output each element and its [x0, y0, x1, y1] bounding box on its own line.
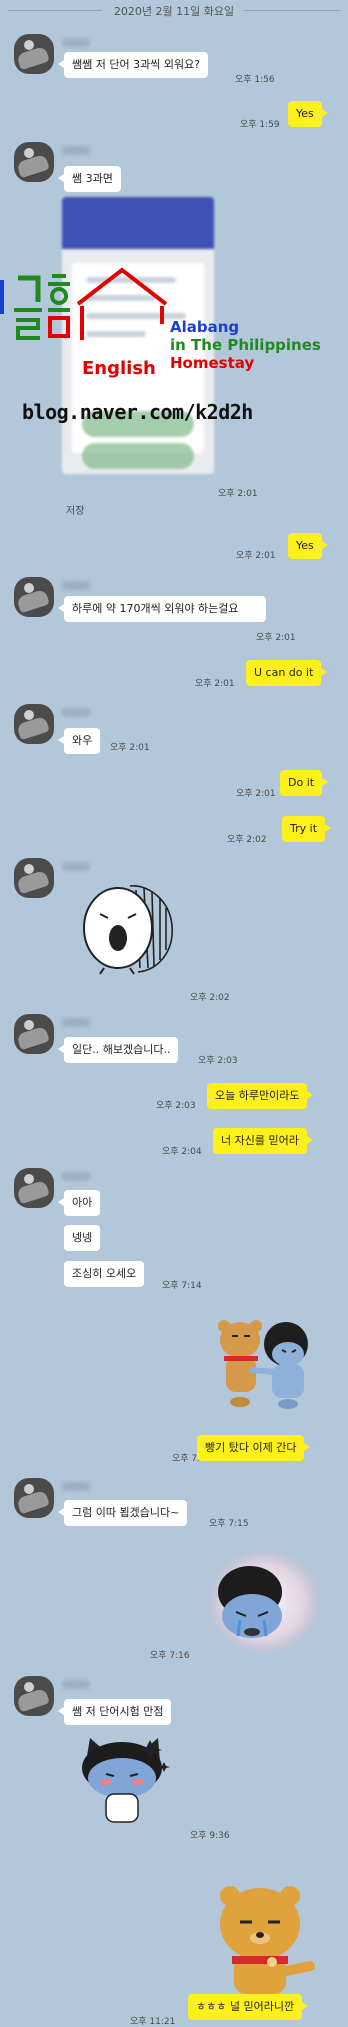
date-divider: 2020년 2월 11일 화요일 [0, 2, 348, 18]
message-time: 오후 1:56 [235, 75, 275, 85]
date-label: 2020년 2월 11일 화요일 [113, 5, 235, 18]
message-time: 오후 7:14 [162, 1281, 202, 1291]
message-bubble[interactable]: Try it [282, 816, 332, 842]
message-time: 오후 2:01 [110, 743, 150, 753]
message-time: 오후 2:01 [218, 489, 258, 499]
message-bubble[interactable]: ㅎㅎㅎ 널 믿어라니깐 [188, 1994, 309, 2020]
message-time: 오후 2:01 [236, 551, 276, 561]
message-bubble[interactable]: 와우 [57, 728, 101, 754]
message-bubble[interactable]: Do it [280, 770, 329, 796]
message-bubble[interactable]: 너 자신를 믿어라 [213, 1128, 313, 1154]
message-bubble[interactable]: 그럼 이따 뵙겠습니다~ [57, 1500, 188, 1526]
message-time: 오후 2:01 [195, 679, 235, 689]
sender-name [62, 581, 90, 590]
message-bubble[interactable]: 쌤쌤 저 단어 3과씩 외워요? [57, 52, 209, 78]
message-bubble[interactable]: 쌤 3과면 [58, 166, 121, 192]
avatar[interactable] [14, 858, 54, 898]
screaming-face-sticker[interactable] [78, 880, 178, 976]
message-bubble[interactable]: 조심히 오세오 [64, 1261, 145, 1287]
avatar[interactable] [14, 1014, 54, 1054]
sender-name [62, 1482, 90, 1491]
ryan-smirking-sticker[interactable] [212, 1880, 322, 1996]
message-bubble[interactable]: 넹넹 [64, 1225, 101, 1251]
sender-name [62, 708, 90, 717]
message-time: 오후 9:36 [190, 1831, 230, 1841]
avatar[interactable] [14, 1676, 54, 1716]
sender-name [62, 1018, 90, 1027]
message-bubble[interactable]: 오늘 하루만이라도 [207, 1083, 314, 1109]
sender-name [62, 38, 90, 47]
message-time: 오후 2:02 [227, 835, 267, 845]
message-bubble[interactable]: 하루에 약 170개씩 외워야 하는걸요 [58, 596, 266, 622]
avatar[interactable] [14, 1168, 54, 1208]
ryan-hugging-friend-sticker[interactable] [206, 1310, 322, 1410]
message-bubble[interactable]: Yes [288, 533, 328, 559]
avatar[interactable] [14, 577, 54, 617]
message-time: 오후 2:02 [190, 993, 230, 1003]
sender-name [62, 146, 90, 155]
message-bubble[interactable]: 일단.. 해보겠습니다.. [57, 1037, 179, 1063]
avatar[interactable] [14, 142, 54, 182]
message-time: 오후 2:01 [256, 633, 296, 643]
sender-name [62, 862, 90, 871]
blushing-cat-sticker[interactable] [72, 1732, 182, 1832]
avatar[interactable] [14, 1478, 54, 1518]
message-bubble[interactable]: 빵기 탔다 이제 간다 [197, 1435, 311, 1461]
save-link[interactable]: 저장 [66, 502, 84, 517]
avatar[interactable] [14, 34, 54, 74]
avatar[interactable] [14, 704, 54, 744]
message-bubble[interactable]: 쌤 저 단어시험 만점 [57, 1699, 172, 1725]
sender-name [62, 1680, 90, 1689]
message-time: 오후 7:16 [150, 1651, 190, 1661]
sender-name [62, 1172, 90, 1181]
message-bubble[interactable]: Yes [288, 101, 328, 127]
message-bubble[interactable]: 아아 [57, 1190, 101, 1216]
message-time: 오후 7:15 [209, 1519, 249, 1529]
message-bubble[interactable]: U can do it [246, 660, 328, 686]
message-time: 오후 2:04 [162, 1147, 202, 1157]
message-time: 오후 2:03 [198, 1056, 238, 1066]
message-time: 오후 2:01 [236, 789, 276, 799]
message-time: 오후 2:03 [156, 1101, 196, 1111]
shared-image[interactable] [62, 197, 214, 474]
message-time: 오후 1:59 [240, 120, 280, 130]
message-time: 오후 11:21 [130, 2017, 176, 2027]
crying-character-sticker[interactable] [200, 1546, 320, 1658]
